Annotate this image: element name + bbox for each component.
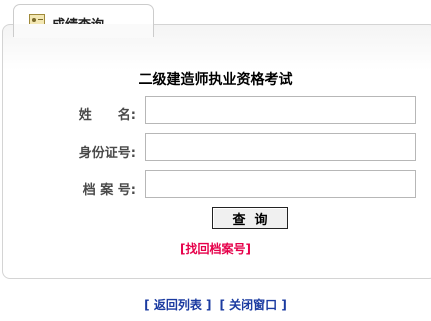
back-to-list-link[interactable]: [ 返回列表 ] [144, 298, 211, 312]
id-number-label: 身份证号: [78, 146, 136, 161]
retrieve-file-number-link[interactable]: [找回档案号] [0, 240, 431, 257]
name-input[interactable] [145, 96, 416, 124]
file-number-label: 档 案 号: [82, 183, 136, 198]
footer-links: [ 返回列表 ] [ 关闭窗口 ] [0, 296, 431, 313]
id-number-input[interactable] [145, 133, 416, 161]
file-number-input[interactable] [145, 170, 416, 198]
form-title: 二级建造师执业资格考试 [138, 72, 293, 88]
query-button[interactable]: 查询 [212, 207, 288, 229]
close-window-link[interactable]: [ 关闭窗口 ] [220, 298, 287, 312]
name-label: 姓 名: [78, 108, 136, 123]
